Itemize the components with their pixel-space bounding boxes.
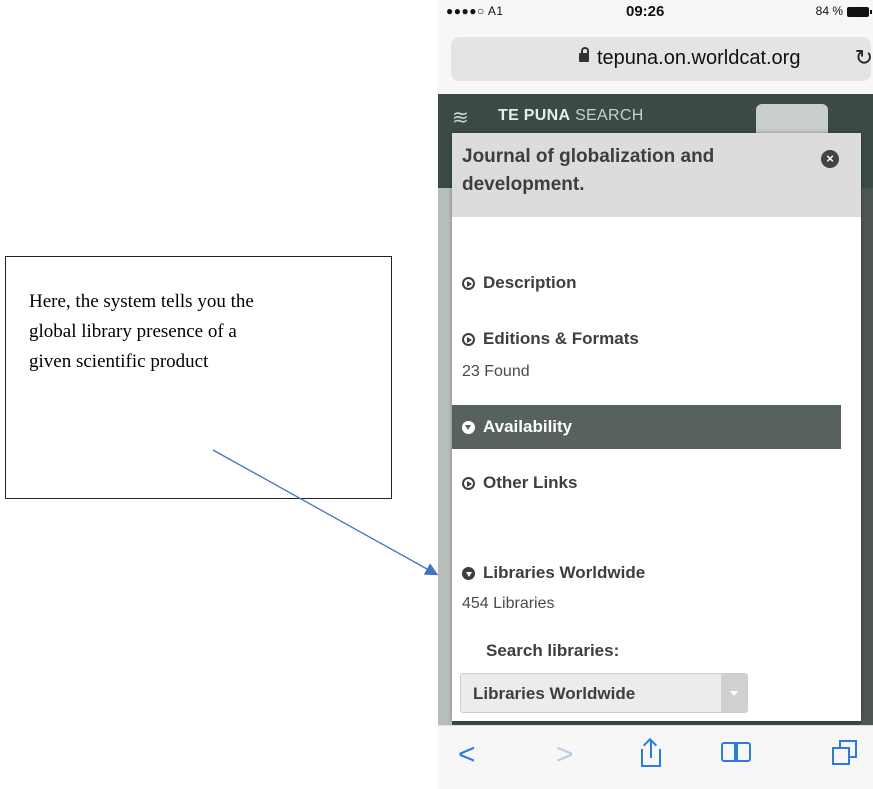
libraries-scope-select[interactable]: Libraries Worldwide <box>460 673 748 713</box>
site-brand: TE PUNA SEARCH <box>498 107 644 125</box>
callout-line-1: Here, the system tells you the <box>29 291 254 312</box>
section-other-links-label: Other Links <box>483 473 578 492</box>
chevron-down-icon <box>721 674 747 712</box>
annotation-callout: Here, the system tells you the global li… <box>5 256 392 499</box>
brand-light: SEARCH <box>575 107 644 124</box>
address-bar[interactable]: tepuna.on.worldcat.org ↻ <box>451 37 873 81</box>
browser-toolbar: < > <box>438 725 873 789</box>
collapse-icon <box>462 421 475 434</box>
battery-icon <box>847 7 872 17</box>
section-editions-label: Editions & Formats <box>483 329 639 348</box>
back-icon[interactable]: < <box>458 740 476 770</box>
section-description-label: Description <box>483 273 577 292</box>
bookmarks-icon[interactable] <box>721 740 755 764</box>
te-puna-logo-icon: ≋ <box>452 107 469 129</box>
share-icon[interactable] <box>641 737 663 767</box>
page-edge-right <box>861 188 873 725</box>
availability-text: Availability <box>483 417 573 436</box>
close-icon[interactable]: × <box>821 150 839 168</box>
record-detail-modal: Journal of globalization and development… <box>452 133 861 721</box>
reload-icon[interactable]: ↻ <box>855 45 873 71</box>
callout-line-3: given scientific product <box>29 351 209 372</box>
libraries-count: 454 Libraries <box>462 595 555 612</box>
expand-icon <box>462 333 475 346</box>
section-libraries-worldwide[interactable]: Libraries Worldwide <box>462 563 645 583</box>
battery-percent: 84 % <box>815 4 843 18</box>
status-bar: ●●●●○ A1 09:26 84 % <box>438 0 873 22</box>
status-time: 09:26 <box>626 3 665 20</box>
brand-bold: TE PUNA <box>498 107 571 124</box>
url-text[interactable]: tepuna.on.worldcat.org <box>597 47 800 70</box>
search-libraries-label: Search libraries: <box>486 641 620 660</box>
lock-icon <box>579 47 589 62</box>
phone-screen: ●●●●○ A1 09:26 84 % tepuna.on.worldcat.o… <box>438 0 873 789</box>
collapse-icon <box>462 567 475 580</box>
modal-title: Journal of globalization and development… <box>462 146 715 195</box>
section-description[interactable]: Description <box>462 273 577 293</box>
forward-icon[interactable]: > <box>556 740 574 770</box>
carrier-signal: ●●●●○ A1 <box>446 4 504 18</box>
section-libraries-label: Libraries Worldwide <box>483 563 646 582</box>
callout-line-2: global library presence of a <box>29 321 237 342</box>
availability-label: Availability <box>462 417 572 437</box>
expand-icon <box>462 277 475 290</box>
section-availability[interactable]: Availability <box>452 405 841 449</box>
page-edge-left <box>438 188 452 725</box>
expand-icon <box>462 477 475 490</box>
select-value: Libraries Worldwide <box>473 684 636 703</box>
tabs-icon[interactable] <box>832 740 858 766</box>
editions-count: 23 Found <box>462 363 530 380</box>
section-other-links[interactable]: Other Links <box>462 473 577 493</box>
modal-header: Journal of globalization and development… <box>452 133 861 217</box>
section-editions-formats[interactable]: Editions & Formats <box>462 329 639 349</box>
